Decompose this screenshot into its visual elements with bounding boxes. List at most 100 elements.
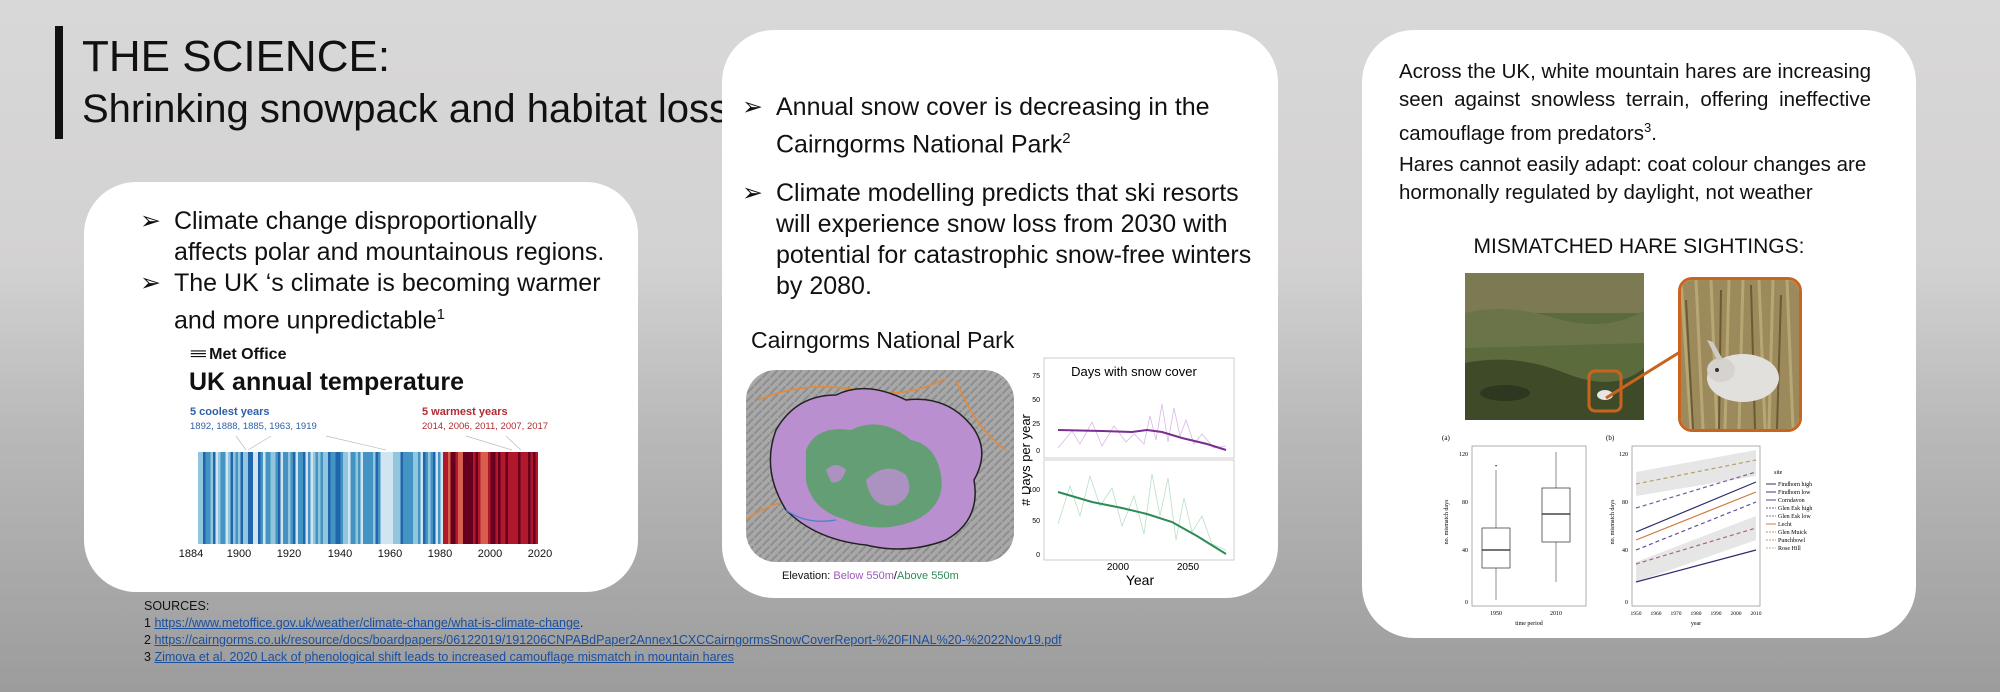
legend-item: Glen Esk high (1778, 506, 1812, 512)
temperature-stripe (288, 452, 291, 544)
temperature-stripe (250, 452, 254, 544)
y-tick: 80 (1462, 500, 1468, 506)
source-link[interactable]: https://www.metoffice.gov.uk/weather/cli… (154, 616, 579, 630)
year-tick: 1900 (226, 548, 252, 560)
temperature-stripe (358, 452, 361, 544)
temperature-stripe (440, 452, 444, 544)
temperature-stripe (330, 452, 334, 544)
source-item: 3 Zimova et al. 2020 Lack of phenologica… (144, 649, 1062, 666)
x-tick: 2000 (1731, 611, 1742, 617)
temperature-stripe (340, 452, 344, 544)
temperature-stripe (303, 452, 306, 544)
temperature-stripe (375, 452, 379, 544)
temperature-stripe (503, 452, 506, 544)
temperature-stripe (410, 452, 414, 544)
temperature-stripe (348, 452, 351, 544)
temperature-stripe (253, 452, 256, 544)
mismatch-plots: (a) (b) no. mismatch days 120 80 40 0 • … (1422, 432, 1832, 632)
temperature-stripe (443, 452, 446, 544)
year-tick: 1940 (327, 548, 353, 560)
temperature-stripe (220, 452, 224, 544)
y-axis-label: no. mismatch days (1610, 499, 1616, 544)
temperature-stripe (523, 452, 526, 544)
temperature-stripe (370, 452, 374, 544)
temperature-stripe (528, 452, 531, 544)
temperature-stripe (380, 452, 384, 544)
temperature-stripe (353, 452, 356, 544)
temperature-stripe (325, 452, 329, 544)
y-tick: 80 (1622, 500, 1628, 506)
legend-item: Glen Esk low (1778, 514, 1811, 520)
hare-paragraph-1: Across the UK, white mountain hares are … (1399, 60, 1871, 145)
temperature-stripe (513, 452, 516, 544)
coolest-years-heading: 5 coolest years (190, 406, 270, 418)
temperature-stripe (423, 452, 426, 544)
temperature-stripe (245, 452, 249, 544)
temperature-stripe (210, 452, 214, 544)
legend-prefix: Elevation: (782, 570, 831, 582)
temperature-stripe (490, 452, 494, 544)
hare-closeup-image (1681, 280, 1799, 429)
met-office-logo-icon: ≡≡ (190, 346, 207, 363)
temperature-stripe (310, 452, 314, 544)
temperature-stripe (275, 452, 279, 544)
arrow-bullet-icon: ➢ (140, 269, 161, 297)
temperature-stripe (213, 452, 216, 544)
temperature-stripe (418, 452, 421, 544)
outlier-point: • (1495, 464, 1497, 470)
temperature-stripe (240, 452, 244, 544)
temperature-stripe (305, 452, 309, 544)
warmest-years-heading: 5 warmest years (422, 406, 508, 418)
source-item: 2 https://cairngorms.co.uk/resource/docs… (144, 632, 1062, 649)
bullet-text: The UK ‘s climate is becoming warmer and… (174, 269, 601, 335)
temperature-stripe (425, 452, 429, 544)
legend-item: Findhorn high (1778, 482, 1812, 488)
x-tick: 1970 (1671, 611, 1682, 617)
sources-heading: SOURCES: (144, 599, 210, 613)
bullet-item: ➢ Climate change disproportionally affec… (140, 206, 610, 268)
legend-item: Glen Muick (1778, 530, 1807, 536)
temperature-stripe (260, 452, 264, 544)
x-tick: 1960 (1651, 611, 1662, 617)
temperature-stripe (308, 452, 311, 544)
temperature-stripe (365, 452, 369, 544)
temperature-stripe (390, 452, 394, 544)
temperature-stripe (493, 452, 496, 544)
y-tick: 0 (1465, 600, 1468, 606)
mismatch-title: MISMATCHED HARE SIGHTINGS: (1473, 235, 1805, 258)
temperature-stripe (395, 452, 399, 544)
temperature-stripe (200, 452, 204, 544)
temperature-stripe (465, 452, 469, 544)
temperature-stripe (355, 452, 359, 544)
bullet-text: Climate change disproportionally affects… (174, 207, 605, 266)
y-tick: 40 (1622, 548, 1628, 554)
y-tick: 0 (1036, 448, 1040, 455)
elevation-legend: Elevation: Below 550m/Above 550m (782, 570, 959, 582)
citation-sup: 1 (436, 306, 446, 323)
temperature-stripe (520, 452, 524, 544)
x-axis-label: year (1691, 621, 1701, 627)
temperature-stripe (230, 452, 234, 544)
temperature-stripe (438, 452, 441, 544)
temperature-stripe (293, 452, 296, 544)
temperature-stripe (448, 452, 451, 544)
temperature-stripe (420, 452, 424, 544)
temperature-stripe (455, 452, 459, 544)
temperature-stripe (405, 452, 409, 544)
temperature-stripe (385, 452, 389, 544)
source-link[interactable]: https://cairngorms.co.uk/resource/docs/b… (154, 633, 1061, 647)
temperature-stripe (368, 452, 371, 544)
title-accent-bar (55, 26, 63, 139)
legend-above: Above 550m (896, 570, 959, 582)
temperature-stripe (433, 452, 436, 544)
snow-cover-plot: Days with snow cover 75 50 25 0 100 50 0… (1018, 357, 1235, 588)
source-link[interactable]: Zimova et al. 2020 Lack of phenological … (154, 650, 734, 664)
y-tick: 0 (1625, 600, 1628, 606)
temperature-stripe (205, 452, 209, 544)
temperature-stripe (338, 452, 341, 544)
temperature-stripe (430, 452, 434, 544)
met-office-logo: ≡≡ Met Office (190, 346, 287, 363)
temperature-stripe (463, 452, 466, 544)
temperature-stripe (333, 452, 336, 544)
temperature-stripe (265, 452, 269, 544)
